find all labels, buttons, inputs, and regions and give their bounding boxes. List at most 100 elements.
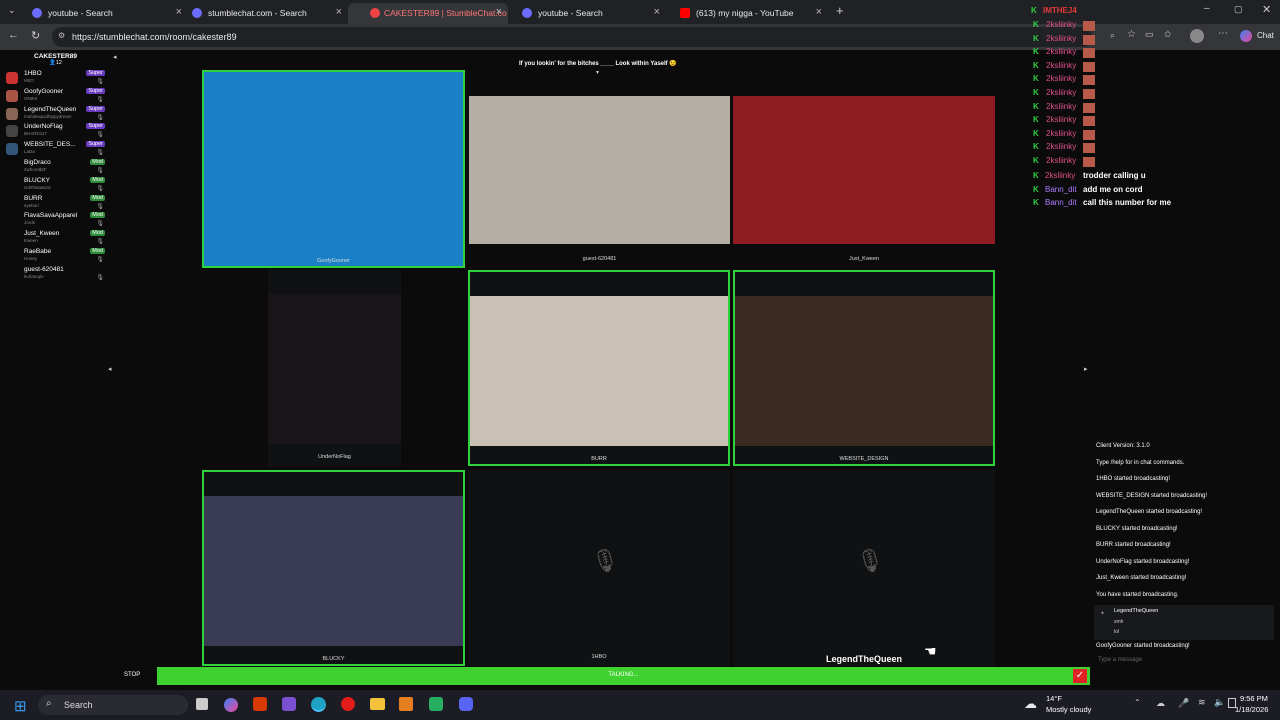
tab-1[interactable]: youtube - Search × — [18, 3, 188, 24]
user-role-badge: Super — [86, 123, 105, 130]
user-list-item[interactable]: RaeBabe Honey Mod 🎙 — [4, 248, 108, 266]
zoom-icon[interactable]: ⌕ — [1110, 30, 1115, 41]
task-view-icon[interactable] — [196, 698, 208, 710]
close-window-icon[interactable]: ✕ — [1262, 3, 1271, 16]
video-tile[interactable]: 🎙 1HBO — [468, 470, 730, 666]
weather-temp[interactable]: 14°F — [1046, 694, 1062, 703]
tab-3-active[interactable]: CAKESTER89 | StumbleChat.co × — [348, 3, 508, 24]
right-scroll-arrow-icon[interactable]: ▸ — [1084, 365, 1088, 373]
close-tab-icon[interactable]: × — [654, 6, 660, 18]
user-list-item[interactable]: BigDraco 2whore$2F Mod 🎙 — [4, 159, 108, 177]
tab-title: youtube - Search — [538, 8, 603, 18]
tab-5[interactable]: (613) my nigga - YouTube × — [666, 3, 828, 24]
overlay-avatar — [1083, 157, 1095, 167]
copilot-app-icon[interactable] — [224, 698, 238, 712]
tab-title: youtube - Search — [48, 8, 113, 18]
user-list-item[interactable]: Just_Kween Kween Mod 🎙 — [4, 230, 108, 248]
video-feed — [204, 72, 463, 266]
overlay-k-icon: K — [1033, 184, 1039, 194]
office-app-icon[interactable] — [253, 697, 267, 711]
message-input[interactable]: Type a message — [1094, 656, 1276, 668]
favorites-icon[interactable]: ✩ — [1164, 29, 1172, 40]
clock-time[interactable]: 9:56 PM — [1240, 694, 1268, 703]
weather-icon[interactable]: ☁ — [1024, 696, 1037, 712]
volume-icon[interactable]: 🔈 — [1214, 697, 1225, 708]
collapse-arrow-icon[interactable]: ◂ — [113, 53, 117, 61]
tab-2[interactable]: stumblechat.com - Search × — [178, 3, 348, 24]
more-menu-icon[interactable]: ⋯ — [1218, 28, 1228, 39]
video-tile[interactable]: Just_Kween — [733, 96, 995, 262]
favorite-star-icon[interactable]: ☆ — [1127, 29, 1136, 40]
site-info-icon[interactable]: ⚙ — [58, 31, 65, 40]
user-list-item[interactable]: UnderNoFlag BHARD117 Super 🎙 — [4, 123, 108, 141]
chat-button[interactable]: Chat — [1257, 31, 1274, 40]
reload-icon[interactable]: ↻ — [31, 29, 40, 42]
message-input-placeholder: Type a message — [1098, 657, 1143, 663]
app-icon[interactable] — [282, 697, 296, 711]
user-avatar — [6, 107, 18, 120]
profile-avatar[interactable] — [1190, 29, 1204, 43]
user-list-item[interactable]: BLUCKY richthisaword Mod 🎙 — [4, 176, 108, 195]
video-tile[interactable]: UnderNoFlag — [268, 270, 401, 466]
tile-username: BLUCKY — [322, 656, 345, 662]
close-tab-icon[interactable]: × — [336, 6, 342, 18]
chat-message: Type /help for in chat commands. — [1096, 459, 1185, 466]
user-list-item[interactable]: 1HBO HBO Super 🎙 — [4, 70, 108, 88]
tab-list-icon[interactable]: ⌄ — [8, 5, 16, 16]
confirm-check-icon[interactable]: ✓ — [1073, 669, 1087, 683]
search-icon: ⌕ — [46, 698, 52, 709]
user-list-item[interactable]: GoofyGooner ONIIIII Super 🎙 — [4, 87, 108, 106]
stop-button[interactable]: STOP — [124, 672, 140, 678]
user-list-item[interactable]: WEBSITE_DES... LaDa Super 🎙 — [4, 141, 108, 159]
overlay-username: 2ksliinky — [1045, 171, 1076, 180]
user-list-item[interactable]: BURR eyeburr Mod 🎙 — [4, 194, 108, 213]
close-tab-icon[interactable]: × — [816, 6, 822, 18]
new-tab-icon[interactable]: + — [836, 3, 844, 18]
user-role-badge: Super — [86, 105, 105, 112]
user-name: RaeBabe — [24, 248, 52, 255]
restore-icon[interactable]: ▢ — [1234, 4, 1243, 15]
start-icon[interactable]: ⊞ — [14, 697, 27, 715]
video-tile[interactable]: BURR — [468, 270, 730, 466]
talking-bar[interactable]: TALKING... — [157, 667, 1090, 685]
discord-app-icon[interactable] — [459, 697, 473, 711]
video-tile[interactable]: BLUCKY — [202, 470, 465, 666]
topic-dropdown-icon[interactable]: ▾ — [596, 69, 599, 76]
edge-app-icon[interactable] — [311, 697, 326, 712]
close-tab-icon[interactable]: × — [496, 6, 502, 18]
tab-title: CAKESTER89 | StumbleChat.co — [384, 8, 507, 18]
video-tile[interactable]: GoofyGooner — [202, 70, 465, 268]
user-list-item[interactable]: guest-620481 kurlamqlo 🎙 — [4, 266, 108, 284]
app-icon[interactable] — [429, 697, 443, 711]
app-icon[interactable] — [341, 697, 355, 711]
room-topic: If you lookin' for the bitches ____ Look… — [519, 61, 677, 67]
tray-icon[interactable]: 🎤 — [1178, 698, 1189, 709]
video-tile[interactable]: 🎙 LegendTheQueen — [733, 470, 995, 666]
video-tile[interactable]: WEBSITE_DESIGN — [733, 270, 995, 466]
clock-date[interactable]: 1/18/2026 — [1235, 705, 1268, 714]
microphone-icon: 🎙 — [856, 548, 884, 573]
copilot-icon[interactable] — [1240, 30, 1252, 42]
minimize-icon[interactable]: – — [1204, 3, 1210, 14]
left-scroll-arrow-icon[interactable]: ◂ — [108, 365, 112, 373]
stumblechat-favicon-icon — [370, 8, 380, 18]
file-explorer-icon[interactable] — [370, 698, 385, 710]
tray-chevron-icon[interactable]: ⌃ — [1134, 698, 1141, 707]
split-view-icon[interactable]: ▭ — [1145, 29, 1154, 40]
taskbar-search[interactable]: ⌕ Search — [38, 695, 188, 715]
user-avatar — [6, 125, 18, 138]
video-tile[interactable]: guest-620481 — [469, 96, 730, 262]
tab-4[interactable]: youtube - Search × — [508, 3, 666, 24]
url-input[interactable]: ⚙ https://stumblechat.com/room/cakester8… — [52, 27, 1115, 47]
user-mic-icon: 🎙 — [96, 221, 104, 228]
back-icon[interactable]: ← — [8, 29, 19, 41]
user-list-item[interactable]: LegendTheQueen mobilesquidhippydream Super… — [4, 105, 108, 124]
app-icon[interactable] — [399, 697, 413, 711]
wifi-icon[interactable]: ≋ — [1198, 697, 1206, 708]
viewer-count-value: 12 — [55, 60, 62, 66]
overlay-k-icon: K — [1033, 128, 1039, 138]
weather-desc[interactable]: Mostly cloudy — [1046, 705, 1091, 714]
tray-icon[interactable]: ☁ — [1156, 698, 1165, 709]
user-list-item[interactable]: FlavaSavaApparel Jords Mod 🎙 — [4, 212, 108, 230]
user-avatar — [6, 143, 18, 156]
